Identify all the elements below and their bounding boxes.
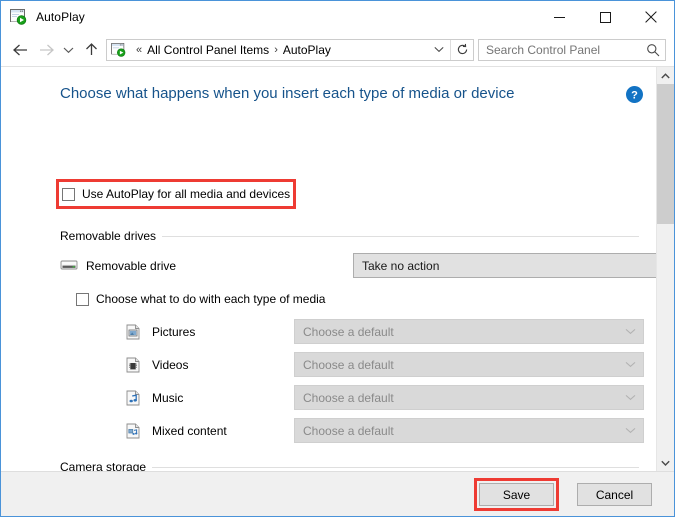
combobox-value: Choose a default xyxy=(303,423,394,438)
checkbox-box[interactable] xyxy=(76,292,89,306)
up-arrow-icon[interactable] xyxy=(78,37,104,63)
videos-combobox[interactable]: Choose a default xyxy=(294,352,644,377)
group-divider xyxy=(152,466,639,468)
row-pictures: Pictures Choose a default xyxy=(126,319,644,345)
combobox-value: Take no action xyxy=(362,258,440,273)
search-icon[interactable] xyxy=(641,43,665,57)
pictures-icon xyxy=(126,324,144,340)
vertical-scrollbar[interactable] xyxy=(656,67,674,471)
recent-locations-icon[interactable] xyxy=(59,37,78,63)
row-removable-drive: Removable drive Take no action xyxy=(60,253,656,279)
combobox-value: Choose a default xyxy=(303,357,394,372)
music-icon xyxy=(126,390,144,406)
group-header-camera-storage: Camera storage xyxy=(60,460,639,471)
group-divider xyxy=(162,235,639,237)
choose-each-type-checkbox[interactable]: Choose what to do with each type of medi… xyxy=(76,292,325,306)
autoplay-window: AutoPlay « All Control Panel Items › Aut… xyxy=(0,0,675,517)
save-button[interactable]: Save xyxy=(479,483,554,506)
use-autoplay-checkbox[interactable]: Use AutoPlay for all media and devices xyxy=(62,187,290,201)
mixed-content-icon xyxy=(126,423,144,439)
scroll-down-icon[interactable] xyxy=(657,454,674,471)
close-icon[interactable] xyxy=(628,1,674,33)
maximize-icon[interactable] xyxy=(582,1,628,33)
chevron-down-icon[interactable] xyxy=(617,361,643,368)
window-controls xyxy=(536,1,674,33)
chevron-down-icon[interactable] xyxy=(428,39,451,60)
breadcrumb-item-all-control-panel-items[interactable]: All Control Panel Items xyxy=(147,43,269,57)
mixed-content-combobox[interactable]: Choose a default xyxy=(294,418,644,443)
chevron-down-icon[interactable] xyxy=(617,328,643,335)
cancel-button[interactable]: Cancel xyxy=(577,483,652,506)
chevron-down-icon[interactable] xyxy=(617,394,643,401)
row-label: Videos xyxy=(152,358,189,372)
group-title: Camera storage xyxy=(60,460,147,471)
refresh-icon[interactable] xyxy=(451,40,473,60)
breadcrumb-separator: › xyxy=(274,43,278,56)
minimize-icon[interactable] xyxy=(536,1,582,33)
back-arrow-icon[interactable] xyxy=(7,37,33,63)
content-area: Choose what happens when you insert each… xyxy=(1,66,674,471)
help-icon[interactable]: ? xyxy=(626,86,643,103)
title-bar: AutoPlay xyxy=(1,1,674,33)
pictures-combobox[interactable]: Choose a default xyxy=(294,319,644,344)
forward-arrow-icon[interactable] xyxy=(33,37,59,63)
svg-text:?: ? xyxy=(631,90,638,102)
search-input[interactable] xyxy=(479,42,641,57)
breadcrumb-item-autoplay[interactable]: AutoPlay xyxy=(283,43,331,57)
breadcrumb-overflow[interactable]: « xyxy=(131,44,147,56)
row-label: Pictures xyxy=(152,325,196,339)
combobox-value: Choose a default xyxy=(303,390,394,405)
music-combobox[interactable]: Choose a default xyxy=(294,385,644,410)
dialog-footer: Save Cancel xyxy=(1,471,674,516)
use-autoplay-label: Use AutoPlay for all media and devices xyxy=(82,187,291,201)
scrollbar-thumb[interactable] xyxy=(657,84,674,224)
window-title: AutoPlay xyxy=(36,10,85,24)
combobox-value: Choose a default xyxy=(303,324,394,339)
checkbox-box[interactable] xyxy=(62,187,75,201)
page-title: Choose what happens when you insert each… xyxy=(60,85,515,102)
chevron-down-icon[interactable] xyxy=(617,427,643,434)
choose-each-type-label: Choose what to do with each type of medi… xyxy=(96,292,326,306)
search-box[interactable] xyxy=(478,38,666,61)
row-music: Music Choose a default xyxy=(126,385,644,411)
scroll-up-icon[interactable] xyxy=(657,67,674,84)
autoplay-icon xyxy=(111,42,127,57)
row-label: Music xyxy=(152,391,184,405)
row-label: Removable drive xyxy=(86,259,177,273)
group-header-removable-drives: Removable drives xyxy=(60,229,639,243)
row-videos: Videos Choose a default xyxy=(126,352,644,378)
row-label: Mixed content xyxy=(152,424,227,438)
videos-icon xyxy=(126,357,144,373)
row-mixed-content: Mixed content Choose a default xyxy=(126,418,644,444)
autoplay-icon xyxy=(10,9,28,25)
address-bar[interactable]: « All Control Panel Items › AutoPlay xyxy=(106,38,474,61)
navigation-bar: « All Control Panel Items › AutoPlay xyxy=(1,33,674,66)
removable-drive-combobox[interactable]: Take no action xyxy=(353,253,656,278)
autoplay-settings-pane: Choose what happens when you insert each… xyxy=(1,67,656,471)
removable-drive-icon xyxy=(60,258,78,274)
group-title: Removable drives xyxy=(60,229,157,243)
